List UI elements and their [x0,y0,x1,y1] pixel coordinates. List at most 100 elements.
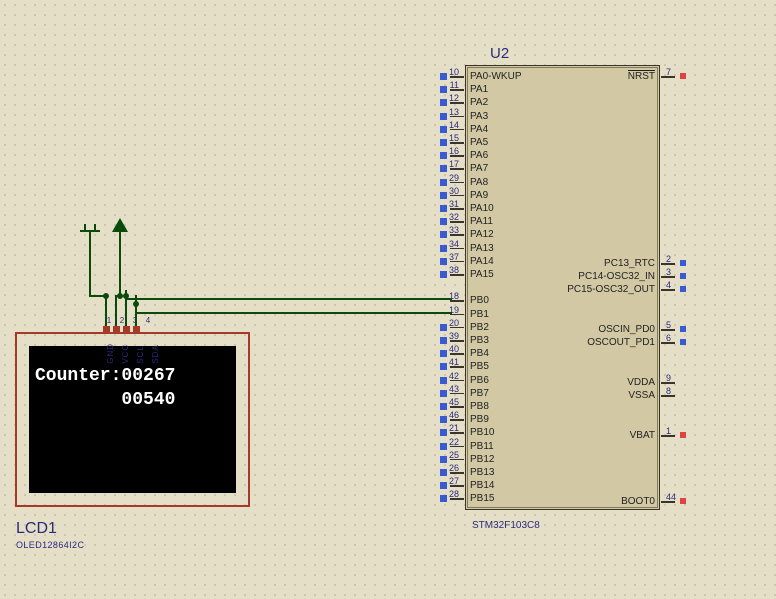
pin-number: 5 [666,320,671,330]
pin-terminal[interactable] [680,273,686,279]
pin-label: BOOT0 [621,496,655,507]
pin-label: PA13 [470,243,494,254]
pin-terminal[interactable] [440,271,447,278]
pin-label: PA4 [470,124,488,135]
pin-terminal[interactable] [680,339,686,345]
pin-terminal[interactable] [440,350,447,357]
lcd-pin-num-4: 4 [144,316,152,325]
pin-terminal[interactable] [440,152,447,159]
pin-label: PA12 [470,229,494,240]
lcd-ref[interactable]: LCD1 [16,520,57,538]
pin-number: 7 [666,67,671,77]
pin-terminal[interactable] [680,326,686,332]
pin-label: PB11 [470,441,494,452]
lcd-line-2: 00540 [35,390,175,410]
pin-terminal[interactable] [680,392,686,398]
pin-label: PB5 [470,361,489,372]
pin-label: PA11 [470,216,493,227]
pin-label: PB15 [470,493,494,504]
pin-terminal[interactable] [440,469,447,476]
pin-terminal[interactable] [440,205,447,212]
chip-value[interactable]: STM32F103C8 [472,520,540,531]
pin-terminal[interactable] [440,456,447,463]
gnd-tick-r [94,224,96,230]
pin-terminal[interactable] [440,73,447,80]
pin-label: PB13 [470,467,494,478]
pin-label: PB10 [470,427,494,438]
pin-label: PB0 [470,295,489,306]
pin-terminal[interactable] [440,192,447,199]
schematic-canvas[interactable]: 1 2 3 4 Counter:00267 00540 GND VCC SCL [0,0,776,599]
pin-terminal[interactable] [440,179,447,186]
pin-label: PA8 [470,177,488,188]
pin-terminal[interactable] [440,218,447,225]
chip-component[interactable]: 10PA0-WKUP11PA112PA213PA314PA415PA516PA6… [465,65,660,510]
wire-sda[interactable] [135,312,452,314]
pin-number: 4 [666,280,671,290]
pin-label: PB6 [470,375,489,386]
pin-label: PA5 [470,137,488,148]
pin-number: 6 [666,333,671,343]
pin-number: 3 [666,267,671,277]
pin-label: PC14-OSC32_IN [578,271,655,282]
pin-label: PA7 [470,163,488,174]
pin-terminal[interactable] [440,363,447,370]
pin-terminal[interactable] [680,498,686,504]
pin-terminal[interactable] [680,286,686,292]
pin-terminal[interactable] [440,86,447,93]
pin-terminal[interactable] [440,495,447,502]
pin-number: 9 [666,373,671,383]
power-arrow [112,218,128,232]
pin-terminal[interactable] [440,231,447,238]
lcd-pin-name-scl: SCL [136,343,145,364]
pin-terminal[interactable] [440,113,447,120]
pin-label: PA10 [470,203,494,214]
pin-terminal[interactable] [440,337,447,344]
pin-terminal[interactable] [680,73,686,79]
lcd-value[interactable]: OLED12864I2C [16,540,84,550]
pin-label: PA6 [470,150,488,161]
pin-number: 2 [666,254,671,264]
pin-number: 1 [666,426,671,436]
power-stem [119,231,121,295]
pin-terminal[interactable] [440,324,447,331]
pin-label: VSSA [628,390,655,401]
pin-label: PB9 [470,414,489,425]
pin-terminal[interactable] [440,416,447,423]
pin-terminal[interactable] [440,99,447,106]
wire[interactable] [115,295,117,326]
pin-terminal[interactable] [680,379,686,385]
junction [103,293,109,299]
pin-label: PA15 [470,269,494,280]
pin-terminal[interactable] [440,126,447,133]
pin-label: OSCOUT_PD1 [587,337,655,348]
wire-scl[interactable] [125,298,452,300]
pin-terminal[interactable] [440,443,447,450]
lcd-pin-name-gnd: GND [106,343,115,364]
pin-terminal[interactable] [440,165,447,172]
pin-number: 8 [666,386,671,396]
wire[interactable] [105,295,107,326]
pin-label: PB1 [470,309,489,320]
pin-label: PC13_RTC [604,258,655,269]
pin-terminal[interactable] [440,403,447,410]
pin-label: PC15-OSC32_OUT [567,284,655,295]
pin-terminal[interactable] [440,245,447,252]
pin-terminal[interactable] [440,377,447,384]
pin-terminal[interactable] [440,482,447,489]
pin-terminal[interactable] [440,390,447,397]
gnd-stem [89,232,91,295]
pin-label: PB14 [470,480,494,491]
pin-terminal[interactable] [440,258,447,265]
pin-terminal[interactable] [440,139,447,146]
lcd-line-1: Counter:00267 [35,366,175,386]
pin-label: PA2 [470,97,488,108]
chip-ref[interactable]: U2 [490,45,509,62]
gnd-bar-1 [80,230,100,232]
pin-terminal[interactable] [680,432,686,438]
pin-label: VBAT [630,430,655,441]
pin-label: PB2 [470,322,489,333]
pin-terminal[interactable] [680,260,686,266]
pin-label: PA1 [470,84,488,95]
pin-terminal[interactable] [440,429,447,436]
